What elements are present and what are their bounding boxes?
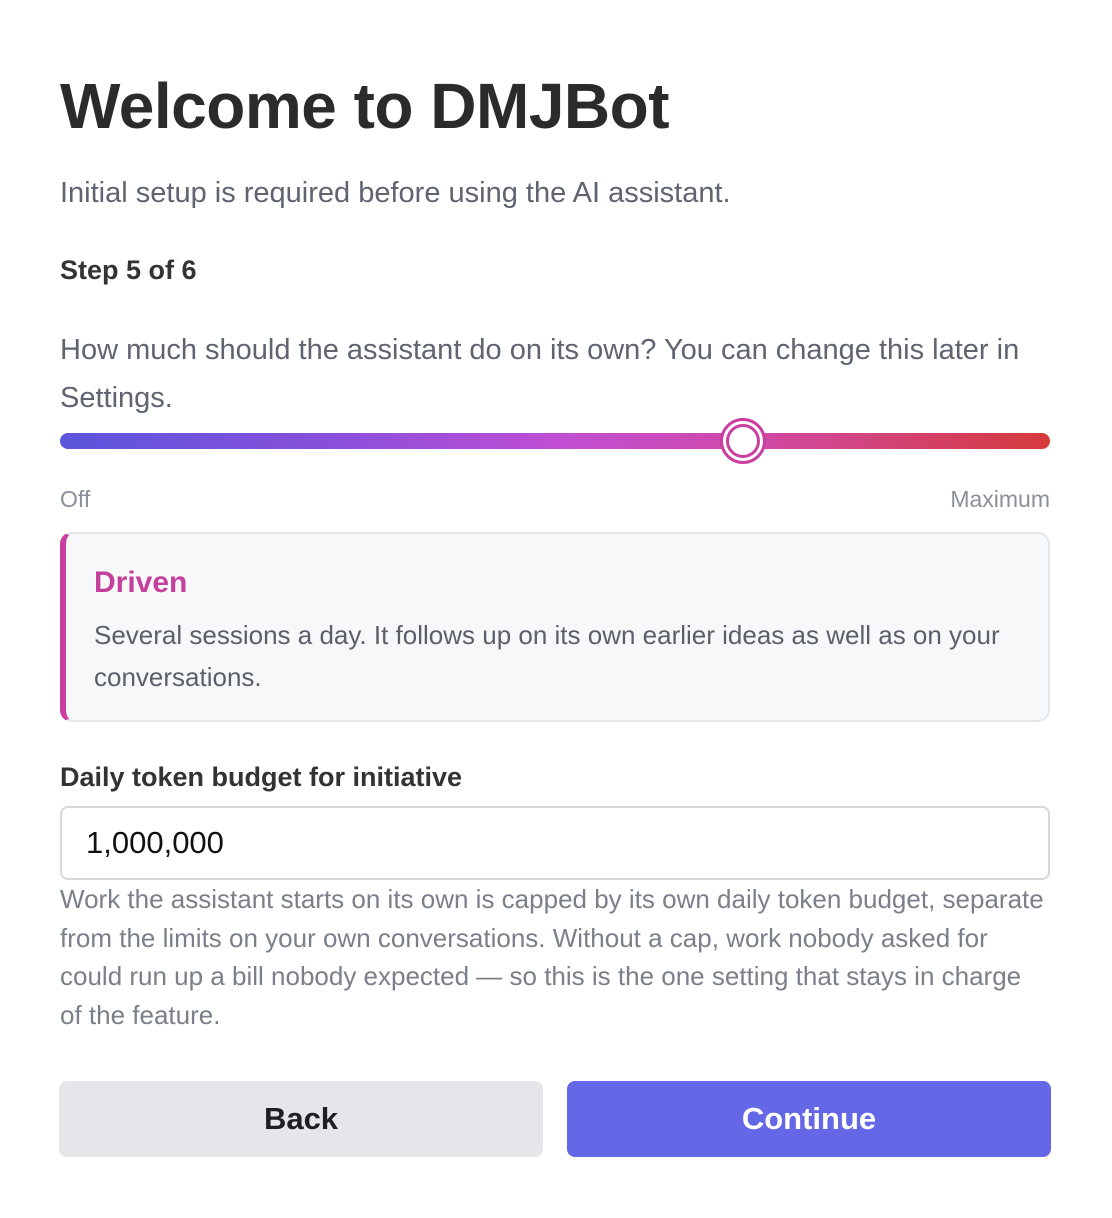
page-title: Welcome to DMJBot	[60, 70, 670, 142]
budget-input[interactable]	[60, 806, 1050, 880]
slider-min-label: Off	[60, 486, 91, 512]
autonomy-question: How much should the assistant do on its …	[60, 334, 1020, 414]
autonomy-slider[interactable]	[60, 418, 1050, 464]
level-name: Driven	[94, 566, 188, 599]
slider-max-label: Maximum	[950, 486, 1050, 512]
level-description: Several sessions a day. It follows up on…	[94, 620, 1000, 692]
budget-label: Daily token budget for initiative	[60, 762, 463, 792]
slider-thumb[interactable]	[720, 418, 767, 464]
slider-track[interactable]	[60, 433, 1050, 449]
back-button[interactable]: Back	[59, 1081, 543, 1157]
budget-help-text: Work the assistant starts on its own is …	[60, 884, 1044, 1030]
autonomy-level-card: Driven Several sessions a day. It follow…	[60, 532, 1050, 722]
page-subtitle: Initial setup is required before using t…	[60, 177, 731, 209]
continue-button[interactable]: Continue	[567, 1081, 1051, 1157]
step-indicator: Step 5 of 6	[60, 255, 197, 285]
setup-page: Welcome to DMJBot Initial setup is requi…	[0, 0, 1112, 1218]
